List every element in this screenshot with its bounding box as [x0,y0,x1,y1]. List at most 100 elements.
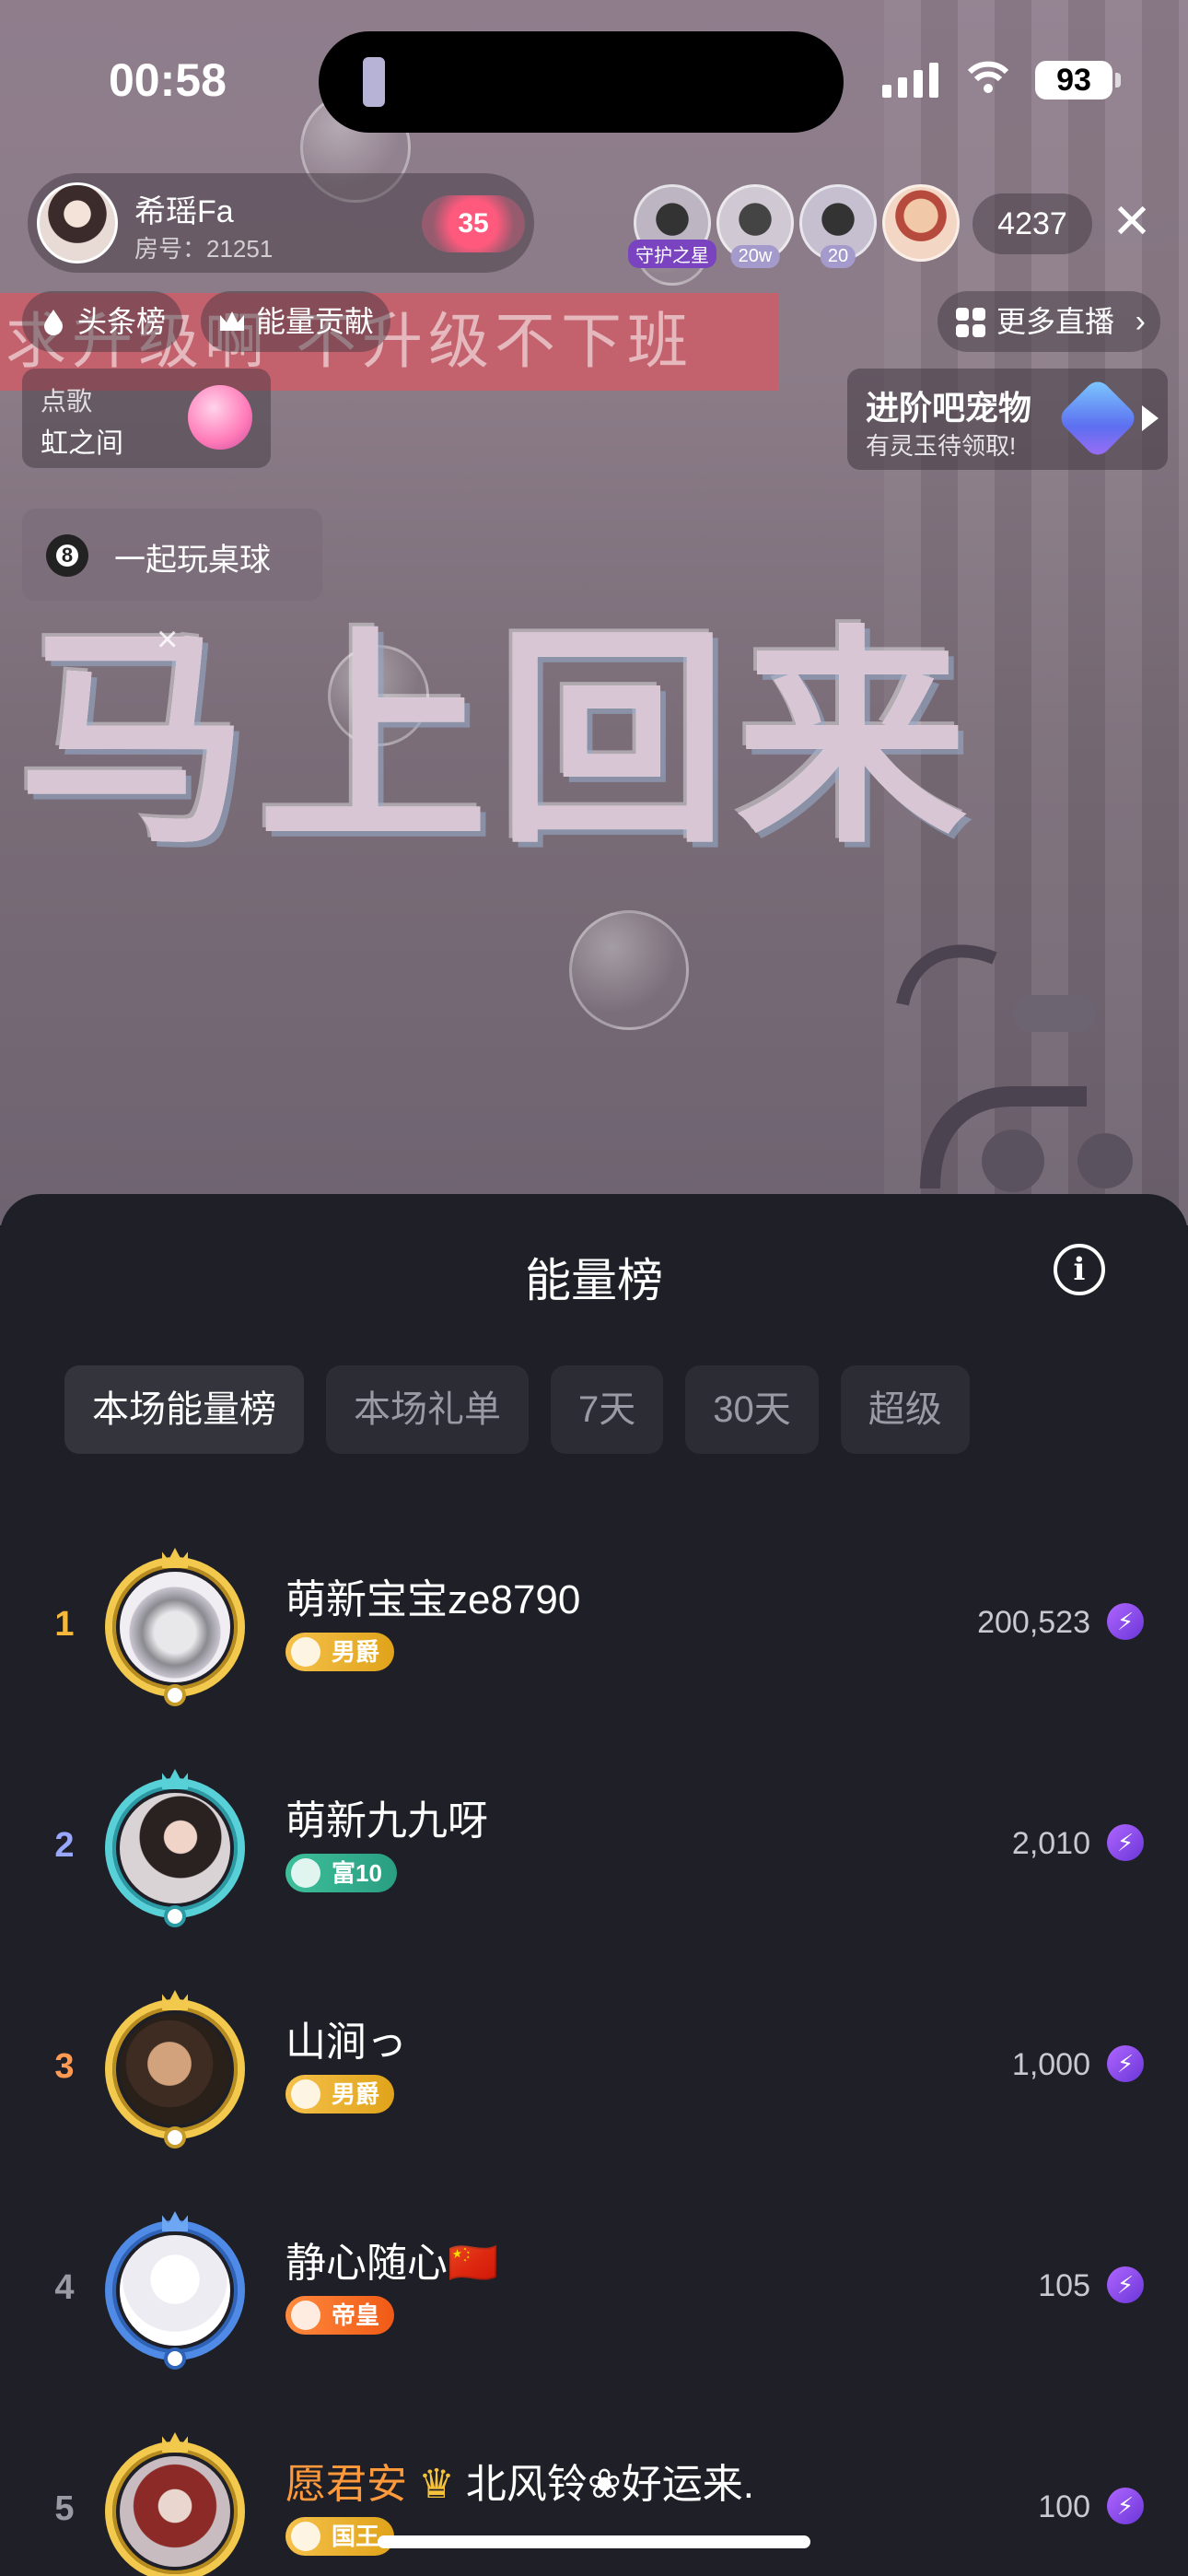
play-arrow-icon [1142,405,1159,431]
tab-30-days[interactable]: 30天 [685,1365,819,1454]
song-title: 虹之间 [41,428,123,459]
level-badge: 帝皇 [285,2296,395,2335]
heart-follow-button[interactable]: 35 [422,195,525,252]
wifi-icon [967,61,1009,93]
billiard-ball-icon: 8 [46,534,88,577]
status-time: 00:58 [109,54,227,106]
energy-score: 105 [1038,2268,1090,2303]
avatar-image [120,2456,230,2567]
tab-session-gifts[interactable]: 本场礼单 [326,1365,529,1454]
rank-number: 2 [54,1826,75,1865]
dynamic-island [319,31,844,133]
diamond-icon [291,2522,320,2551]
diamond-icon [291,1637,320,1667]
level-badge-label: 帝皇 [332,2301,380,2329]
pet-promo-title: 进阶吧宠物 [866,389,1032,427]
frame-crown-icon [162,2211,188,2231]
user-name-primary: 愿君安 [285,2462,407,2507]
ranking-row[interactable]: 5 愿君安 ♛ 北风铃❀好运来. 国王 100 ⚡ [0,2432,1188,2576]
host-avatar[interactable] [37,182,118,263]
level-badge: 国王 [285,2517,395,2556]
tab-7-days[interactable]: 7天 [551,1365,664,1454]
more-live-button[interactable]: 更多直播 › [937,291,1160,352]
frame-crown-icon [162,1769,188,1789]
viewer-avatar[interactable]: 20w [716,184,794,268]
energy-ranking-sheet: 能量榜 i 本场能量榜 本场礼单 7天 30天 超级 1 萌新宝宝ze8790 … [0,1194,1188,2576]
viewer-avatar[interactable] [882,184,960,262]
lightning-icon: ⚡ [1107,1603,1144,1640]
avatar[interactable] [101,1548,249,1714]
viewer-tag: 守护之星 [628,240,716,268]
energy-score: 200,523 [977,1605,1090,1640]
avatar[interactable] [101,1990,249,2156]
song-request-label: 点歌 [41,387,93,416]
rank-number: 4 [54,2268,75,2307]
ranking-row[interactable]: 1 萌新宝宝ze8790 男爵 200,523 ⚡ [0,1548,1188,1732]
wealth-badge-label: 富10 [332,1859,382,1887]
triangle-icon [291,1858,320,1888]
energy-score: 1,000 [1011,2047,1090,2082]
avatar[interactable] [101,2432,249,2576]
avatar[interactable] [101,1769,249,1935]
energy-contribution-chip[interactable]: 能量贡献 [201,291,391,352]
top-viewers: 守护之星 20w 20 [628,184,960,268]
frame-gem-icon [164,1684,186,1706]
ranking-row[interactable]: 2 萌新九九呀 富10 2,010 ⚡ [0,1769,1188,1953]
headline-chip[interactable]: 头条榜 [22,291,183,352]
viewer-avatar[interactable]: 守护之星 [628,184,716,268]
pet-promo-card[interactable]: 进阶吧宠物 有灵玉待领取! [847,369,1168,470]
lollipop-icon [188,385,252,450]
faucet-decoration [896,944,1133,1192]
battery-indicator: 93 [1035,61,1121,100]
rank-number: 5 [54,2489,75,2528]
lightning-icon: ⚡ [1107,2045,1144,2082]
energy-contribution-label: 能量贡献 [256,305,375,338]
tab-super[interactable]: 超级 [840,1365,970,1454]
gem-icon [1055,376,1140,461]
close-icon[interactable]: ✕ [1101,193,1162,254]
flashlight-icon [363,57,385,107]
diamond-icon [291,2079,320,2109]
frame-crown-icon [162,1548,188,1568]
lightning-icon: ⚡ [1107,1824,1144,1861]
dismiss-icon[interactable]: × [157,619,178,661]
avatar-image [120,2235,230,2346]
pet-promo-subtitle: 有灵玉待领取! [866,432,1017,460]
level-badge: 男爵 [285,2075,395,2113]
more-live-label: 更多直播 [996,305,1114,338]
home-indicator[interactable] [378,2535,810,2548]
avatar[interactable] [101,2211,249,2377]
grid-icon [955,308,985,337]
frame-gem-icon [164,2348,186,2370]
user-name: 静心随心🇨🇳 [285,2241,498,2286]
viewer-count-button[interactable]: 4237 [973,193,1092,254]
viewer-tag: 20 [820,245,856,268]
viewer-avatar[interactable]: 20 [799,184,877,268]
lightning-icon: ⚡ [1107,2488,1144,2524]
chevron-right-icon: › [1135,304,1146,339]
avatar-image [120,1793,230,1903]
info-icon[interactable]: i [1054,1244,1105,1295]
level-badge-label: 男爵 [332,2080,380,2108]
ranking-tabs: 本场能量榜 本场礼单 7天 30天 超级 [64,1365,970,1454]
user-name: 山涧っ [285,2020,407,2065]
host-info-pill[interactable]: 希瑶Fa 房号：21251 35 [28,173,534,273]
play-billiards-card[interactable]: 8 一起玩桌球 [22,509,322,601]
song-request-card[interactable]: 点歌 虹之间 [22,369,271,468]
avatar-image [120,2014,230,2125]
ranking-row[interactable]: 3 山涧っ 男爵 1,000 ⚡ [0,1990,1188,2174]
crown-icon [220,311,244,331]
level-badge-label: 男爵 [332,1638,380,1666]
ranking-row[interactable]: 4 静心随心🇨🇳 帝皇 105 ⚡ [0,2211,1188,2395]
sheet-title: 能量榜 [525,1255,663,1306]
crown-icon: ♛ [418,2462,455,2507]
rank-number: 1 [54,1605,75,1644]
cellular-signal-icon [882,63,938,98]
energy-score: 100 [1038,2489,1090,2524]
user-name: 萌新宝宝ze8790 [285,1577,581,1622]
headline-chip-label: 头条榜 [77,305,167,338]
level-badge-label: 国王 [332,2523,380,2550]
play-billiards-label: 一起玩桌球 [114,543,271,578]
tab-session-energy[interactable]: 本场能量榜 [64,1365,304,1454]
frame-crown-icon [162,1990,188,2010]
